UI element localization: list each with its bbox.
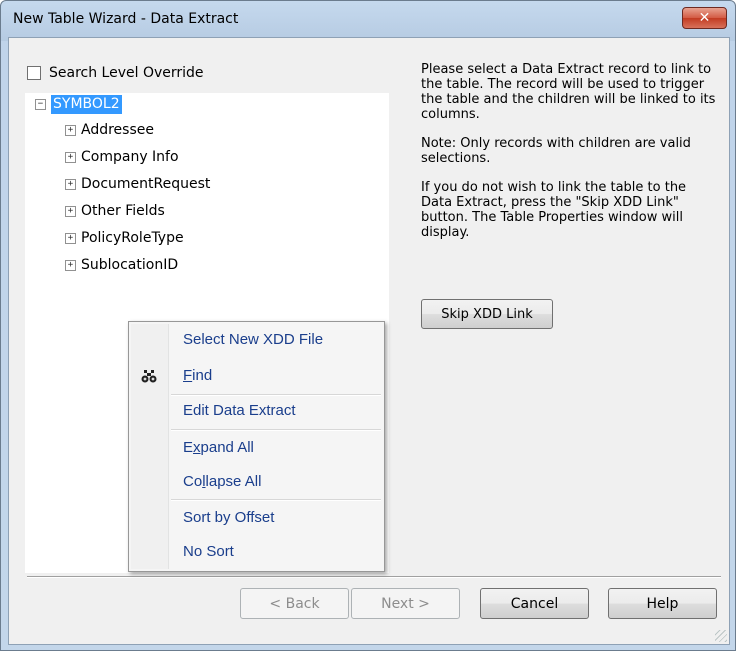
expand-icon[interactable]: + — [65, 205, 76, 217]
menu-accelerator: x — [193, 439, 201, 456]
tree-item-label[interactable]: DocumentRequest — [81, 176, 210, 192]
menu-item-edit-data-extract[interactable]: Edit Data Extract — [183, 402, 296, 419]
close-button[interactable]: ✕ — [682, 7, 727, 29]
resize-grip-icon[interactable] — [715, 630, 727, 642]
menu-item-label: Co — [183, 473, 203, 490]
tree-root-label[interactable]: SYMBOL2 — [51, 95, 122, 114]
menu-item-no-sort[interactable]: No Sort — [183, 543, 234, 560]
tree-item-label[interactable]: Addressee — [81, 122, 154, 138]
skip-xdd-link-button[interactable]: Skip XDD Link — [421, 299, 553, 329]
expand-icon[interactable]: + — [65, 151, 76, 163]
tree-item-label[interactable]: Company Info — [81, 149, 179, 165]
menu-item-find[interactable]: Find — [183, 367, 212, 384]
tree-item-addressee[interactable]: + Addressee — [65, 122, 154, 138]
close-icon: ✕ — [698, 10, 711, 26]
note-text: Note: Only records with children are val… — [421, 136, 691, 166]
expand-icon[interactable]: + — [65, 232, 76, 244]
search-level-override-checkbox[interactable] — [27, 66, 41, 80]
instructions-text: Please select a Data Extract record to l… — [421, 62, 716, 122]
menu-separator — [171, 394, 381, 396]
menu-separator — [171, 429, 381, 431]
menu-item-expand-all[interactable]: Expand All — [183, 439, 254, 456]
menu-item-label: ind — [192, 367, 213, 384]
skip-instructions-text: If you do not wish to link the table to … — [421, 180, 687, 240]
title-bar[interactable]: New Table Wizard - Data Extract ✕ — [1, 1, 735, 37]
tree-root-node[interactable]: − SYMBOL2 — [35, 95, 122, 114]
menu-item-select-new-xdd-file[interactable]: Select New XDD File — [183, 331, 323, 348]
tree-item-other-fields[interactable]: + Other Fields — [65, 203, 165, 219]
collapse-icon[interactable]: − — [35, 99, 46, 110]
tree-item-company-info[interactable]: + Company Info — [65, 149, 179, 165]
tree-item-label[interactable]: PolicyRoleType — [81, 230, 184, 246]
tree-item-policyroletype[interactable]: + PolicyRoleType — [65, 230, 184, 246]
tree-item-label[interactable]: SublocationID — [81, 257, 178, 273]
tree-item-documentrequest[interactable]: + DocumentRequest — [65, 176, 210, 192]
tree-context-menu: Select New XDD File Find Edit Data Extra… — [128, 321, 385, 572]
expand-icon[interactable]: + — [65, 124, 76, 136]
menu-accelerator: F — [183, 367, 193, 384]
menu-item-label: lapse All — [205, 473, 262, 490]
cancel-button[interactable]: Cancel — [480, 588, 589, 619]
help-button[interactable]: Help — [608, 588, 717, 619]
search-level-override[interactable]: Search Level Override — [27, 65, 204, 81]
expand-icon[interactable]: + — [65, 259, 76, 271]
search-level-override-label: Search Level Override — [49, 65, 204, 81]
menu-item-label: E — [183, 439, 194, 456]
expand-icon[interactable]: + — [65, 178, 76, 190]
tree-item-label[interactable]: Other Fields — [81, 203, 165, 219]
menu-item-collapse-all[interactable]: Collapse All — [183, 473, 261, 490]
next-button[interactable]: Next > — [351, 588, 460, 619]
window-title: New Table Wizard - Data Extract — [13, 11, 239, 27]
button-divider — [27, 576, 721, 578]
menu-item-sort-by-offset[interactable]: Sort by Offset — [183, 509, 274, 526]
menu-item-label: pand All — [200, 439, 254, 456]
binoculars-icon — [141, 369, 157, 383]
instructions-panel: Please select a Data Extract record to l… — [421, 62, 721, 254]
tree-item-sublocationid[interactable]: + SublocationID — [65, 257, 178, 273]
back-button[interactable]: < Back — [240, 588, 349, 619]
menu-separator — [171, 499, 381, 501]
menu-icon-gutter — [131, 324, 169, 569]
